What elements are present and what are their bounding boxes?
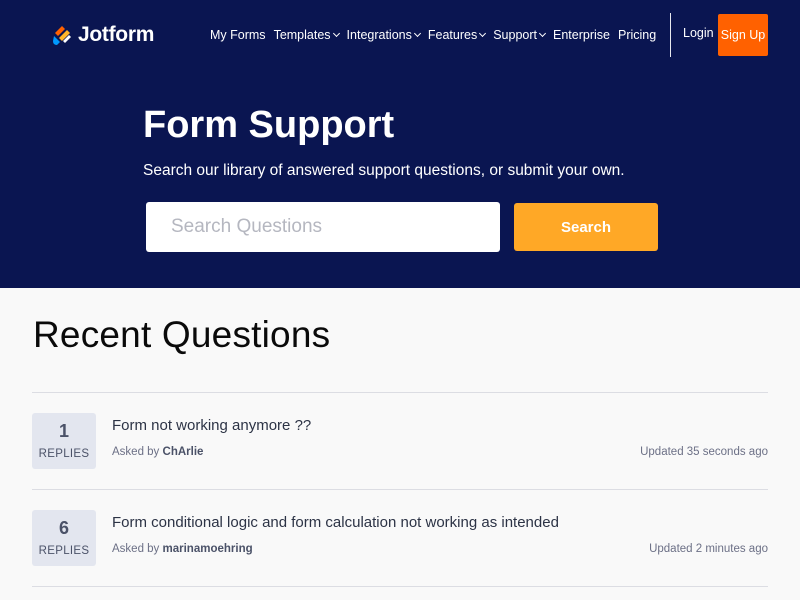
nav-pricing[interactable]: Pricing xyxy=(618,28,656,42)
top-navbar: Jotform My Forms Templates Integrations … xyxy=(0,0,800,70)
jotform-logo-icon xyxy=(53,26,71,45)
nav-label: Support xyxy=(493,28,537,42)
replies-label: REPLIES xyxy=(38,448,90,460)
replies-count: 6 xyxy=(58,518,69,538)
nav-label: Integrations xyxy=(346,28,412,42)
divider xyxy=(32,586,768,587)
question-updated-time: Updated 2 minutes ago xyxy=(649,543,768,555)
chevron-down-icon xyxy=(479,29,487,38)
question-asked-by: Asked by ChArlie xyxy=(112,446,203,458)
replies-count: 1 xyxy=(58,421,69,441)
nav-label: Pricing xyxy=(617,28,657,42)
page-title: Form Support xyxy=(143,104,395,146)
nav-label: Templates xyxy=(273,28,331,42)
nav-features[interactable]: Features xyxy=(427,28,487,42)
nav-my-forms[interactable]: My Forms xyxy=(210,28,266,42)
nav-enterprise[interactable]: Enterprise xyxy=(553,28,610,42)
jotform-logo[interactable]: Jotform xyxy=(50,22,154,48)
nav-label: Features xyxy=(427,28,478,42)
hero-section: Jotform My Forms Templates Integrations … xyxy=(0,0,800,288)
recent-questions-heading: Recent Questions xyxy=(33,314,331,355)
replies-badge: 1 REPLIES xyxy=(32,413,96,469)
chevron-down-icon xyxy=(538,29,547,38)
login-link[interactable]: Login xyxy=(683,26,714,40)
question-title-link[interactable]: Form conditional logic and form calculat… xyxy=(112,514,559,531)
logo-text: Jotform xyxy=(78,23,155,46)
search-input[interactable] xyxy=(146,202,500,252)
chevron-down-icon xyxy=(332,29,340,38)
replies-badge: 6 REPLIES xyxy=(32,510,96,566)
question-updated-time: Updated 35 seconds ago xyxy=(640,446,768,458)
question-item: 1 REPLIES Form not working anymore ?? As… xyxy=(32,393,768,489)
question-title-link[interactable]: Form not working anymore ?? xyxy=(112,417,311,434)
question-item: 6 REPLIES Form conditional logic and for… xyxy=(32,490,768,586)
nav-label: My Forms xyxy=(210,28,266,42)
asked-by-prefix: Asked by xyxy=(112,446,160,458)
question-author-link[interactable]: ChArlie xyxy=(163,446,204,458)
search-button[interactable]: Search xyxy=(514,203,658,251)
question-asked-by: Asked by marinamoehring xyxy=(112,543,253,555)
main-nav: My Forms Templates Integrations Features… xyxy=(210,26,664,44)
signup-button[interactable]: Sign Up xyxy=(718,14,768,56)
chevron-down-icon xyxy=(413,29,421,38)
nav-integrations[interactable]: Integrations xyxy=(346,28,421,42)
page-subtitle: Search our library of answered support q… xyxy=(143,162,625,179)
nav-support[interactable]: Support xyxy=(493,28,547,42)
nav-divider xyxy=(670,13,671,57)
question-author-link[interactable]: marinamoehring xyxy=(163,543,253,555)
nav-label: Enterprise xyxy=(553,28,610,42)
replies-label: REPLIES xyxy=(38,545,90,557)
nav-templates[interactable]: Templates xyxy=(273,28,340,42)
asked-by-prefix: Asked by xyxy=(112,543,160,555)
